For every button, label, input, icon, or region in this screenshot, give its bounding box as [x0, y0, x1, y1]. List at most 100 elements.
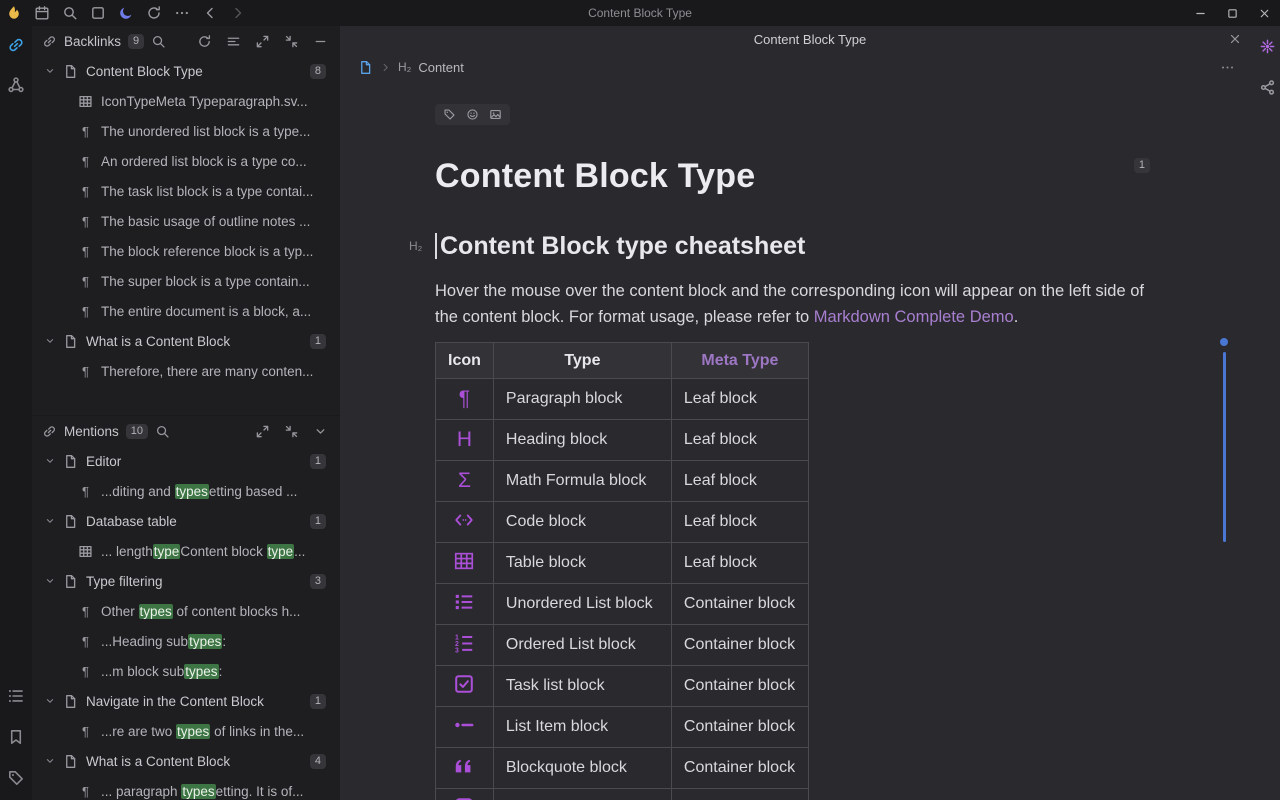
- chevron-down-icon[interactable]: [44, 575, 56, 587]
- tab-title[interactable]: Content Block Type: [754, 26, 867, 52]
- chevron-down-icon[interactable]: [44, 695, 56, 707]
- type-cell[interactable]: Super block: [493, 789, 671, 800]
- chevron-down-icon[interactable]: [44, 65, 56, 77]
- scrollbar[interactable]: [1223, 352, 1226, 542]
- forward-icon[interactable]: [230, 5, 246, 21]
- icon-cell[interactable]: [436, 666, 494, 707]
- backlink-block-item[interactable]: IconTypeMeta Typeparagraph.sv...: [32, 86, 340, 116]
- mention-block-item[interactable]: ¶...diting and typesetting based ...: [32, 476, 340, 506]
- meta-cell[interactable]: Container block: [671, 584, 808, 625]
- meta-cell[interactable]: Container block: [671, 666, 808, 707]
- collapse-icon[interactable]: [284, 34, 299, 49]
- icon-cell[interactable]: Σ: [436, 461, 494, 502]
- document-icon[interactable]: [358, 60, 373, 75]
- type-cell[interactable]: Heading block: [493, 420, 671, 461]
- chevron-down-icon[interactable]: [44, 335, 56, 347]
- plugin-icon[interactable]: [1259, 38, 1276, 55]
- type-cell[interactable]: Blockquote block: [493, 748, 671, 789]
- refresh-icon[interactable]: [197, 34, 212, 49]
- meta-cell[interactable]: Leaf block: [671, 543, 808, 584]
- backlink-block-item[interactable]: ¶The block reference block is a typ...: [32, 236, 340, 266]
- mention-doc-item[interactable]: Type filtering3: [32, 566, 340, 596]
- image-icon[interactable]: [489, 108, 502, 121]
- maximize-button[interactable]: [1216, 0, 1248, 26]
- markdown-demo-link[interactable]: Markdown Complete Demo: [814, 308, 1014, 326]
- mention-doc-item[interactable]: Navigate in the Content Block1: [32, 686, 340, 716]
- backlink-icon[interactable]: [7, 36, 25, 54]
- document-title[interactable]: Content Block Type: [435, 156, 755, 196]
- graph-icon[interactable]: [7, 76, 25, 94]
- backlink-block-item[interactable]: ¶The entire document is a block, a...: [32, 296, 340, 326]
- backlink-block-item[interactable]: ¶Therefore, there are many conten...: [32, 356, 340, 386]
- emoji-icon[interactable]: [466, 108, 479, 121]
- more-icon[interactable]: [174, 5, 190, 21]
- paragraph-block[interactable]: Hover the mouse over the content block a…: [435, 278, 1150, 330]
- backlink-block-item[interactable]: ¶The unordered list block is a type...: [32, 116, 340, 146]
- icon-cell[interactable]: H: [436, 420, 494, 461]
- chevron-down-icon[interactable]: [44, 515, 56, 527]
- min-icon[interactable]: [313, 34, 328, 49]
- outline-icon[interactable]: [7, 687, 25, 705]
- more-icon[interactable]: [1220, 60, 1235, 75]
- icon-cell[interactable]: [436, 707, 494, 748]
- mention-doc-item[interactable]: What is a Content Block4: [32, 746, 340, 776]
- sort-icon[interactable]: [226, 34, 241, 49]
- square-icon[interactable]: [90, 5, 106, 21]
- meta-cell[interactable]: Leaf block: [671, 420, 808, 461]
- icon-cell[interactable]: [436, 748, 494, 789]
- meta-cell[interactable]: Container block: [671, 707, 808, 748]
- backlink-block-item[interactable]: ¶The basic usage of outline notes ...: [32, 206, 340, 236]
- icon-cell[interactable]: [436, 584, 494, 625]
- search-icon[interactable]: [155, 424, 170, 439]
- expand-icon[interactable]: [255, 34, 270, 49]
- icon-cell[interactable]: [436, 543, 494, 584]
- icon-cell[interactable]: 123: [436, 625, 494, 666]
- heading-block[interactable]: H₂ Content Block type cheatsheet: [435, 230, 1150, 262]
- type-cell[interactable]: Math Formula block: [493, 461, 671, 502]
- backlink-doc-item[interactable]: Content Block Type8: [32, 56, 340, 86]
- type-cell[interactable]: Ordered List block: [493, 625, 671, 666]
- type-cell[interactable]: Paragraph block: [493, 379, 671, 420]
- meta-cell[interactable]: Container block: [671, 625, 808, 666]
- meta-cell[interactable]: Leaf block: [671, 379, 808, 420]
- bookmark-icon[interactable]: [7, 728, 25, 746]
- scroll-indicator-dot[interactable]: [1220, 338, 1228, 346]
- icon-cell[interactable]: [436, 502, 494, 543]
- mention-block-item[interactable]: ¶...Heading subtypes:: [32, 626, 340, 656]
- type-cell[interactable]: Unordered List block: [493, 584, 671, 625]
- meta-cell[interactable]: Leaf block: [671, 502, 808, 543]
- type-cell[interactable]: List Item block: [493, 707, 671, 748]
- backlink-block-item[interactable]: ¶An ordered list block is a type co...: [32, 146, 340, 176]
- mention-block-item[interactable]: ¶...m block subtypes:: [32, 656, 340, 686]
- backlink-doc-item[interactable]: What is a Content Block1: [32, 326, 340, 356]
- meta-cell[interactable]: Container block: [671, 748, 808, 789]
- collapse-icon[interactable]: [284, 424, 299, 439]
- backlink-block-item[interactable]: ¶The super block is a type contain...: [32, 266, 340, 296]
- moon-icon[interactable]: [118, 5, 134, 21]
- mention-block-item[interactable]: ¶...re are two types of links in the...: [32, 716, 340, 746]
- minimize-button[interactable]: [1184, 0, 1216, 26]
- refresh-icon[interactable]: [146, 5, 162, 21]
- mention-block-item[interactable]: ¶Other types of content blocks h...: [32, 596, 340, 626]
- mention-doc-item[interactable]: Editor1: [32, 446, 340, 476]
- chevron-down-icon[interactable]: [313, 424, 328, 439]
- tag-icon[interactable]: [7, 769, 25, 787]
- search-icon[interactable]: [151, 34, 166, 49]
- type-cell[interactable]: Code block: [493, 502, 671, 543]
- back-icon[interactable]: [202, 5, 218, 21]
- close-button[interactable]: [1248, 0, 1280, 26]
- icon-cell[interactable]: ¶: [436, 379, 494, 420]
- expand-icon[interactable]: [255, 424, 270, 439]
- share-icon[interactable]: [1259, 79, 1276, 96]
- meta-cell[interactable]: Leaf block: [671, 461, 808, 502]
- backlink-block-item[interactable]: ¶The task list block is a type contai...: [32, 176, 340, 206]
- type-cell[interactable]: Task list block: [493, 666, 671, 707]
- mention-doc-item[interactable]: Database table1: [32, 506, 340, 536]
- app-logo-icon[interactable]: [6, 5, 22, 21]
- search-icon[interactable]: [62, 5, 78, 21]
- meta-cell[interactable]: Container block: [671, 789, 808, 800]
- chevron-down-icon[interactable]: [44, 455, 56, 467]
- icon-cell[interactable]: [436, 789, 494, 800]
- mention-block-item[interactable]: ... lengthtypeContent block type...: [32, 536, 340, 566]
- mention-block-item[interactable]: ¶... paragraph typesetting. It is of...: [32, 776, 340, 800]
